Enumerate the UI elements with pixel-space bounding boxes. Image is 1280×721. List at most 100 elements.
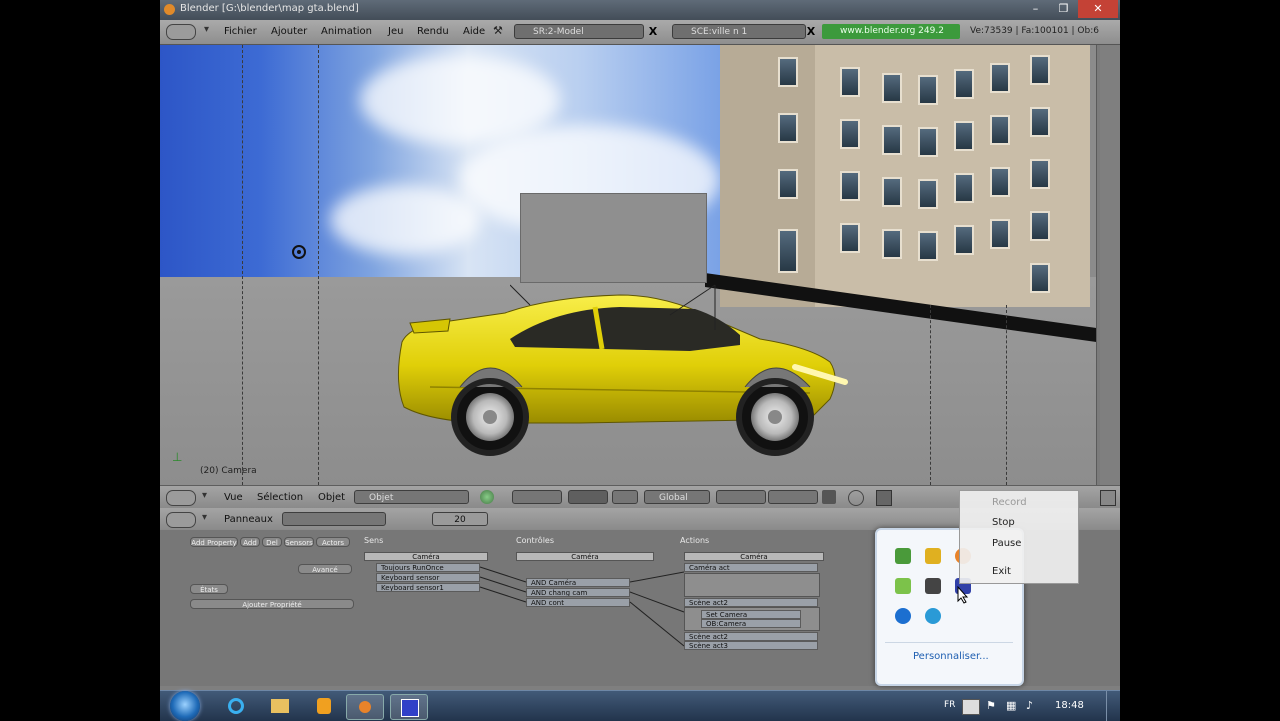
logic-connections: [479, 566, 685, 647]
view-type-icon[interactable]: [166, 490, 196, 506]
scene-stats: Ve:73539 | Fa:100101 | Ob:6: [970, 26, 1099, 36]
menu-objet[interactable]: Objet: [318, 492, 345, 503]
actuators-object-header[interactable]: Caméra: [684, 552, 824, 561]
mouse-cursor-icon: [957, 586, 969, 604]
context-buttons[interactable]: [282, 512, 386, 526]
menu-aide[interactable]: Aide: [463, 26, 485, 37]
screen-delete-button[interactable]: X: [646, 24, 660, 39]
battery-icon[interactable]: [895, 578, 911, 594]
transform-icons[interactable]: [612, 490, 638, 504]
menu-rendu[interactable]: Rendu: [417, 26, 449, 37]
manipulator-toggle[interactable]: [568, 490, 608, 504]
draw-type-icon[interactable]: [480, 490, 494, 504]
actuator-row[interactable]: Caméra act: [684, 563, 818, 572]
actuator-row[interactable]: Scène act3: [684, 641, 818, 650]
show-desktop-button[interactable]: [1106, 691, 1121, 721]
menu-item-pause[interactable]: Pause: [992, 538, 1021, 549]
menu-ajouter[interactable]: Ajouter: [271, 26, 307, 37]
taskbar: FR ⚑ ▦ ♪ 18:48: [160, 690, 1120, 721]
sensors-label: Sens: [364, 536, 384, 545]
network-icon[interactable]: [895, 548, 911, 564]
recorder-taskbar-button[interactable]: [390, 694, 428, 720]
add-property-small-button[interactable]: Add Property: [190, 537, 238, 547]
layers-row-1[interactable]: [716, 490, 766, 504]
close-button[interactable]: ✕: [1078, 0, 1118, 18]
usb-icon[interactable]: [925, 578, 941, 594]
lightning-icon[interactable]: [895, 608, 911, 624]
scene-delete-button[interactable]: X: [804, 24, 818, 39]
minimize-button[interactable]: –: [1022, 0, 1049, 18]
3d-viewport[interactable]: ⊥ (20) Camera: [160, 45, 1100, 485]
axis-icon: ⊥: [172, 450, 183, 464]
chevron-down-icon[interactable]: ▾: [202, 490, 207, 501]
set-camera-row[interactable]: Set Camera: [701, 610, 801, 619]
network-tray-icon[interactable]: ▦: [1006, 699, 1016, 712]
orientation-selector[interactable]: Global: [644, 490, 710, 504]
maximize-button[interactable]: ❐: [1050, 0, 1077, 18]
states-button[interactable]: États: [190, 584, 228, 594]
actors-button[interactable]: Actors: [316, 537, 350, 547]
actuator-row[interactable]: Scène act2: [684, 632, 818, 641]
blender-url[interactable]: www.blender.org 249.2: [822, 24, 960, 39]
menu-bar: ▾ Fichier Ajouter Animation Jeu Rendu Ai…: [160, 20, 1120, 45]
menu-fichier[interactable]: Fichier: [224, 26, 257, 37]
actuator-row[interactable]: Scène act2: [684, 598, 818, 607]
ruler-icon[interactable]: ⚒: [493, 24, 503, 37]
globe-icon[interactable]: [925, 608, 941, 624]
customize-link[interactable]: Personnaliser...: [913, 651, 989, 662]
menu-vue[interactable]: Vue: [224, 492, 243, 503]
mode-selector[interactable]: Objet: [354, 490, 469, 504]
language-indicator[interactable]: FR: [944, 700, 955, 710]
viewport-object-label: (20) Camera: [200, 466, 257, 476]
start-button[interactable]: [170, 691, 200, 721]
del-button[interactable]: Del: [262, 537, 282, 547]
frame-counter[interactable]: 20: [432, 512, 488, 526]
actuators-label: Actions: [680, 536, 710, 545]
show-hidden-icons[interactable]: [962, 699, 980, 715]
menu-animation[interactable]: Animation: [321, 26, 372, 37]
window-type-icon[interactable]: [166, 24, 196, 40]
screen-selector[interactable]: SR:2-Model: [514, 24, 644, 39]
ie-icon[interactable]: [218, 694, 254, 718]
buttons-window-icon[interactable]: [166, 512, 196, 528]
folder-icon[interactable]: [925, 548, 941, 564]
flag-icon[interactable]: ⚑: [986, 699, 996, 712]
viewport-scrollbar[interactable]: [1096, 45, 1100, 485]
sensors-button[interactable]: Sensors: [284, 537, 314, 547]
render-icon[interactable]: [848, 490, 864, 506]
3d-cursor-icon[interactable]: [292, 245, 306, 259]
scene-selector[interactable]: SCE:ville n 1: [672, 24, 806, 39]
panneaux-label[interactable]: Panneaux: [224, 514, 273, 525]
sensor-row[interactable]: Keyboard sensor1: [376, 583, 480, 592]
chevron-down-icon[interactable]: ▾: [202, 512, 207, 523]
image-icon[interactable]: [876, 490, 892, 506]
sensor-row[interactable]: Keyboard sensor: [376, 573, 480, 582]
chevron-down-icon[interactable]: ▾: [204, 24, 209, 35]
sensors-object-header[interactable]: Caméra: [364, 552, 488, 561]
add-button[interactable]: Add: [240, 537, 260, 547]
add-property-button[interactable]: Ajouter Propriété: [190, 599, 354, 609]
menu-item-record[interactable]: Record: [992, 497, 1027, 508]
ob-camera-row[interactable]: OB:Camera: [701, 619, 801, 628]
gray-wall: [520, 193, 707, 283]
building: [720, 45, 1090, 307]
volume-icon[interactable]: ♪: [1026, 699, 1033, 712]
layers-row-2[interactable]: [768, 490, 818, 504]
explorer-icon[interactable]: [262, 694, 298, 718]
controllers-object-header[interactable]: Caméra: [516, 552, 654, 561]
sensor-row[interactable]: Toujours RunOnce: [376, 563, 480, 572]
media-player-icon[interactable]: [306, 694, 342, 718]
menu-selection[interactable]: Sélection: [257, 492, 303, 503]
lock-icon[interactable]: [822, 490, 836, 504]
menu-item-exit[interactable]: Exit: [992, 566, 1011, 577]
pivot-selector[interactable]: [512, 490, 562, 504]
menu-jeu[interactable]: Jeu: [388, 26, 403, 37]
blender-taskbar-button[interactable]: [346, 694, 384, 720]
clock[interactable]: 18:48: [1055, 700, 1084, 711]
title-bar: Blender [G:\blender\map gta.blend] – ❐ ✕: [160, 0, 1120, 20]
recorder-context-menu: Record Stop Pause Exit: [959, 490, 1079, 584]
advanced-button[interactable]: Avancé: [298, 564, 352, 574]
menu-item-stop[interactable]: Stop: [992, 517, 1015, 528]
window-title: Blender [G:\blender\map gta.blend]: [180, 3, 359, 14]
maximize-area-icon[interactable]: [1100, 490, 1116, 506]
